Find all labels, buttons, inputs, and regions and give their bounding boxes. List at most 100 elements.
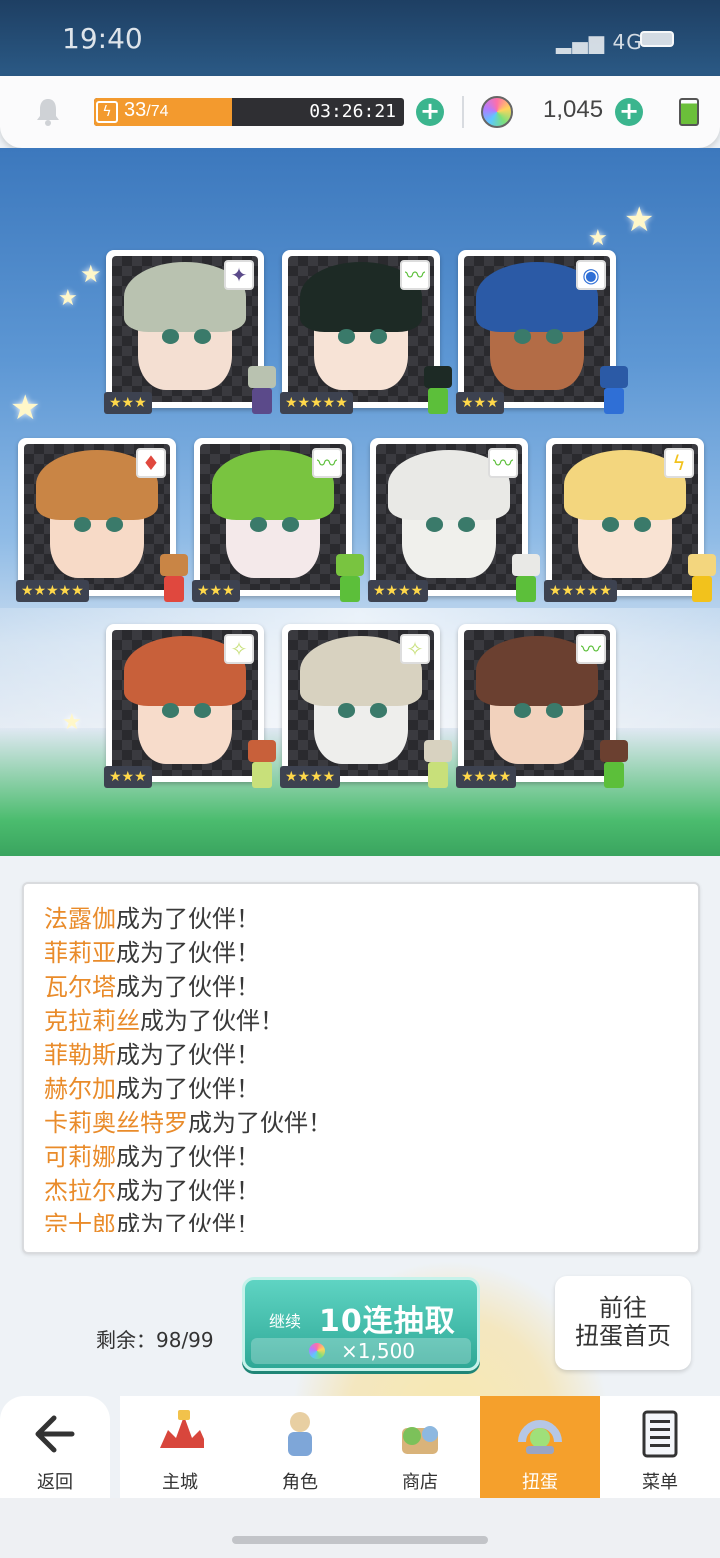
- log-line: 菲莉亚成为了伙伴！: [44, 936, 684, 970]
- continue-label: 继续: [269, 1312, 302, 1331]
- nav-tab-label: 主城: [162, 1472, 198, 1493]
- gacha-result-stage: ★ ★ ★ ★ ★ ★ ✦ ★★★ 〰 ★★★★★ ◉ ★★★ ♦ ★★★★★ 〰 ★★★ 〰 ★★★…: [0, 148, 720, 856]
- portrait-eye: [513, 329, 532, 344]
- stamina-bar: ϟ 33/74 03:26:21: [94, 98, 404, 126]
- sparkle-icon: ★: [10, 388, 41, 428]
- character-portrait: 〰: [376, 444, 522, 590]
- nav-tab[interactable]: 角色: [240, 1396, 360, 1498]
- nav-tab[interactable]: 扭蛋: [480, 1396, 600, 1498]
- character-name: 菲莉亚: [44, 939, 116, 967]
- log-line: 卡莉奥丝特罗成为了伙伴！: [44, 1106, 684, 1140]
- shop-icon: [402, 1426, 438, 1454]
- nav-tabs: 主城 角色 商店 扭蛋 菜单: [120, 1396, 720, 1498]
- nav-tab[interactable]: 主城: [120, 1396, 240, 1498]
- log-line: 菲勒斯成为了伙伴！: [44, 1038, 684, 1072]
- character-card[interactable]: ✧ ★★★: [104, 624, 276, 788]
- stamina-timer: 03:26:21: [309, 101, 396, 122]
- add-gems-button[interactable]: +: [615, 98, 643, 126]
- nav-tab[interactable]: 菜单: [600, 1396, 720, 1498]
- character-name: 赫尔加: [44, 1075, 116, 1103]
- water-element-icon: ◉: [576, 260, 606, 290]
- bell-icon[interactable]: [34, 96, 62, 126]
- rarity-stars: ★★★: [104, 766, 152, 788]
- portrait-eye: [369, 703, 388, 718]
- character-portrait: ✦: [112, 256, 258, 402]
- portrait-eye: [425, 517, 444, 532]
- nav-tab-label: 扭蛋: [522, 1472, 558, 1493]
- portrait-eye: [601, 517, 620, 532]
- fire-element-icon: ♦: [136, 448, 166, 478]
- wind-element-icon: 〰: [576, 634, 606, 664]
- log-suffix: 成为了伙伴！: [116, 1177, 260, 1205]
- character-name: 可莉娜: [44, 1143, 116, 1171]
- nav-tab-label: 商店: [402, 1472, 438, 1493]
- portrait-eye: [457, 517, 476, 532]
- character-card[interactable]: ✦ ★★★: [104, 250, 276, 414]
- portrait-eye: [513, 703, 532, 718]
- remaining-count: 剩余：98/99: [96, 1328, 214, 1352]
- character-icon: [288, 1412, 312, 1456]
- character-card[interactable]: ϟ ★★★★★: [544, 438, 716, 602]
- log-suffix: 成为了伙伴！: [116, 1143, 260, 1171]
- wind-element-icon: 〰: [312, 448, 342, 478]
- rarity-stars: ★★★: [104, 392, 152, 414]
- rarity-stars: ★★★: [192, 580, 240, 602]
- gacha-icon: [518, 1420, 562, 1454]
- character-portrait: ✧: [288, 630, 434, 776]
- gem-icon: [309, 1343, 325, 1359]
- stamina-value: 33/74: [124, 99, 169, 121]
- character-name: 瓦尔塔: [44, 973, 116, 1001]
- log-suffix: 成为了伙伴！: [140, 1007, 284, 1035]
- gem-icon: [481, 96, 513, 128]
- character-card[interactable]: 〰 ★★★: [192, 438, 364, 602]
- portrait-eye: [249, 517, 268, 532]
- bottom-nav: 返回 主城 角色 商店 扭蛋 菜单: [0, 1396, 720, 1498]
- chibi-sprite: [330, 554, 370, 606]
- back-button[interactable]: 返回: [0, 1396, 110, 1498]
- resource-bar: ϟ 33/74 03:26:21 + 1,045 +: [0, 76, 720, 148]
- rarity-stars: ★★★★: [280, 766, 341, 788]
- result-log[interactable]: 法露伽成为了伙伴！ 菲莉亚成为了伙伴！ 瓦尔塔成为了伙伴！ 克拉莉丝成为了伙伴！ 菲勒斯…: [22, 882, 700, 1254]
- battery-icon: [640, 31, 674, 47]
- sparkle-icon: ★: [62, 710, 82, 735]
- castle-icon: [160, 1410, 204, 1448]
- home-indicator: [232, 1536, 488, 1544]
- rarity-stars: ★★★★: [456, 766, 517, 788]
- chibi-sprite: [682, 554, 720, 606]
- character-card[interactable]: 〰 ★★★★: [368, 438, 540, 602]
- chibi-sprite: [594, 366, 634, 418]
- add-stamina-button[interactable]: +: [416, 98, 444, 126]
- character-card[interactable]: ◉ ★★★: [456, 250, 628, 414]
- portrait-eye: [193, 329, 212, 344]
- log-suffix: 成为了伙伴！: [116, 1211, 260, 1232]
- chibi-sprite: [154, 554, 194, 606]
- character-card[interactable]: 〰 ★★★★★: [280, 250, 452, 414]
- chibi-sprite: [242, 740, 282, 792]
- character-card[interactable]: ♦ ★★★★★: [16, 438, 188, 602]
- character-name: 克拉莉丝: [44, 1007, 140, 1035]
- portrait-eye: [281, 517, 300, 532]
- nav-tab[interactable]: 商店: [360, 1396, 480, 1498]
- portrait-eye: [545, 329, 564, 344]
- character-portrait: 〰: [200, 444, 346, 590]
- ten-pull-label: 10连抽取: [319, 1304, 456, 1339]
- sparkle-icon: ★: [80, 260, 102, 288]
- portrait-eye: [161, 329, 180, 344]
- portrait-eye: [545, 703, 564, 718]
- clock: 19:40: [62, 22, 143, 55]
- rarity-stars: ★★★★: [368, 580, 429, 602]
- pull-cost: ×1,500: [251, 1338, 471, 1364]
- character-card[interactable]: ✧ ★★★★: [280, 624, 452, 788]
- gacha-home-button[interactable]: 前往 扭蛋首页: [555, 1276, 691, 1370]
- portrait-eye: [633, 517, 652, 532]
- nav-tab-label: 角色: [282, 1472, 318, 1493]
- portrait-eye: [73, 517, 92, 532]
- portrait-eye: [337, 703, 356, 718]
- ten-pull-button[interactable]: 继续 10连抽取 ×1,500: [242, 1277, 480, 1371]
- character-card[interactable]: 〰 ★★★★: [456, 624, 628, 788]
- rarity-stars: ★★★★★: [280, 392, 353, 414]
- log-line: 法露伽成为了伙伴！: [44, 902, 684, 936]
- portrait-eye: [193, 703, 212, 718]
- character-portrait: 〰: [464, 630, 610, 776]
- gacha-home-label-1: 前往: [599, 1294, 647, 1322]
